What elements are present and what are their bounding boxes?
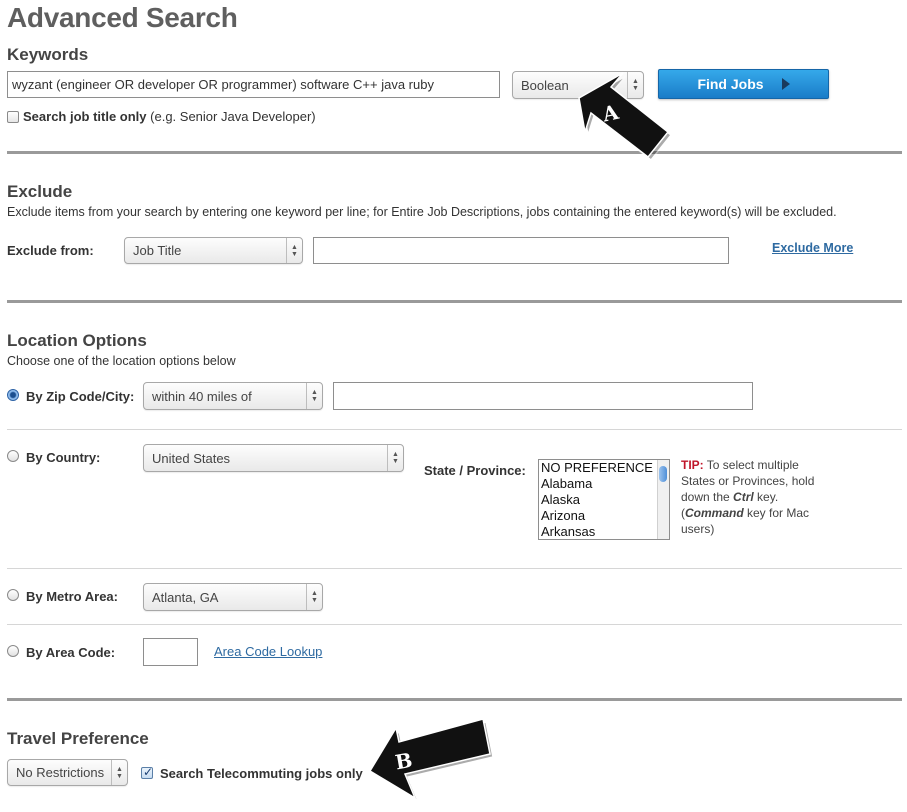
- country-select[interactable]: United States ▲ ▼: [143, 444, 404, 472]
- area-code-radio[interactable]: [7, 645, 19, 657]
- state-label: State / Province:: [424, 463, 526, 478]
- scrollbar-thumb[interactable]: [659, 466, 667, 482]
- title-only-checkbox[interactable]: [7, 111, 19, 123]
- keywords-input[interactable]: [7, 71, 500, 98]
- area-code-lookup-link[interactable]: Area Code Lookup: [214, 644, 322, 659]
- find-jobs-button[interactable]: Find Jobs: [658, 69, 829, 99]
- keywords-heading: Keywords: [7, 45, 89, 64]
- metro-select[interactable]: Atlanta, GA ▲ ▼: [143, 583, 323, 611]
- metro-radio[interactable]: [7, 589, 19, 601]
- zip-radio[interactable]: [7, 389, 19, 401]
- section-divider: [7, 300, 902, 303]
- select-arrows-icon: ▲ ▼: [286, 238, 302, 263]
- metro-value: Atlanta, GA: [152, 589, 219, 605]
- exclude-from-select[interactable]: Job Title ▲ ▼: [124, 237, 303, 264]
- country-value: United States: [152, 450, 231, 466]
- annotation-arrow-a: A: [578, 72, 673, 162]
- tip-text: users): [681, 522, 715, 536]
- tip-text: down the: [681, 490, 734, 504]
- listbox-scrollbar[interactable]: [657, 460, 669, 539]
- section-divider: [7, 698, 902, 701]
- find-jobs-label: Find Jobs: [697, 76, 764, 92]
- state-option[interactable]: Alabama: [539, 476, 669, 492]
- exclude-keyword-input[interactable]: [313, 237, 729, 264]
- zip-label: By Zip Code/City:: [26, 389, 135, 404]
- tip-text: key.: [753, 490, 779, 504]
- travel-select[interactable]: No Restrictions ▲ ▼: [7, 759, 128, 786]
- tip-key: Command: [685, 506, 744, 520]
- state-option[interactable]: Alaska: [539, 492, 669, 508]
- keyword-mode-value: Boolean: [521, 77, 569, 93]
- title-only-label: Search job title only: [23, 109, 147, 124]
- state-listbox[interactable]: NO PREFERENCE Alabama Alaska Arizona Ark…: [538, 459, 670, 540]
- exclude-from-label: Exclude from:: [7, 243, 94, 258]
- section-divider: [7, 151, 902, 154]
- location-description: Choose one of the location options below: [7, 354, 236, 368]
- state-option[interactable]: NO PREFERENCE: [539, 460, 669, 476]
- row-divider: [7, 624, 902, 625]
- exclude-description: Exclude items from your search by enteri…: [7, 205, 837, 219]
- row-divider: [7, 429, 902, 430]
- tip-key: Ctrl: [733, 490, 754, 504]
- state-option[interactable]: Arkansas: [539, 524, 669, 539]
- annotation-arrow-b: B: [368, 718, 494, 803]
- metro-label: By Metro Area:: [26, 589, 118, 604]
- exclude-more-link[interactable]: Exclude More: [772, 241, 853, 255]
- page-title: Advanced Search: [7, 2, 238, 33]
- row-divider: [7, 568, 902, 569]
- state-tip: TIP: To select multiple States or Provin…: [681, 457, 821, 537]
- travel-value: No Restrictions: [16, 765, 105, 780]
- travel-heading: Travel Preference: [7, 729, 149, 748]
- exclude-from-value: Job Title: [133, 243, 182, 258]
- select-arrows-icon: ▲ ▼: [306, 383, 322, 409]
- telecommute-checkbox[interactable]: [141, 765, 153, 779]
- location-heading: Location Options: [7, 331, 147, 350]
- zip-city-input[interactable]: [333, 382, 753, 410]
- area-code-input[interactable]: [143, 638, 198, 666]
- telecommute-label: Search Telecommuting jobs only: [160, 766, 363, 781]
- zip-radius-select[interactable]: within 40 miles of ▲ ▼: [143, 382, 323, 410]
- tip-text: States or Provinces, hold: [681, 474, 815, 488]
- tip-label: TIP:: [681, 458, 704, 472]
- area-code-label: By Area Code:: [26, 645, 116, 660]
- tip-text: key for Mac: [743, 506, 810, 520]
- title-only-row: Search job title only (e.g. Senior Java …: [23, 109, 316, 124]
- tip-text: To select multiple: [703, 458, 799, 472]
- exclude-heading: Exclude: [7, 182, 73, 201]
- country-radio[interactable]: [7, 450, 19, 462]
- play-arrow-icon: [781, 78, 790, 90]
- select-arrows-icon: ▲ ▼: [306, 584, 322, 610]
- country-label: By Country:: [26, 450, 101, 465]
- zip-radius-value: within 40 miles of: [152, 388, 252, 404]
- select-arrows-icon: ▲ ▼: [111, 760, 127, 785]
- title-only-hint: (e.g. Senior Java Developer): [150, 109, 316, 124]
- select-arrows-icon: ▲ ▼: [387, 445, 403, 471]
- state-option[interactable]: Arizona: [539, 508, 669, 524]
